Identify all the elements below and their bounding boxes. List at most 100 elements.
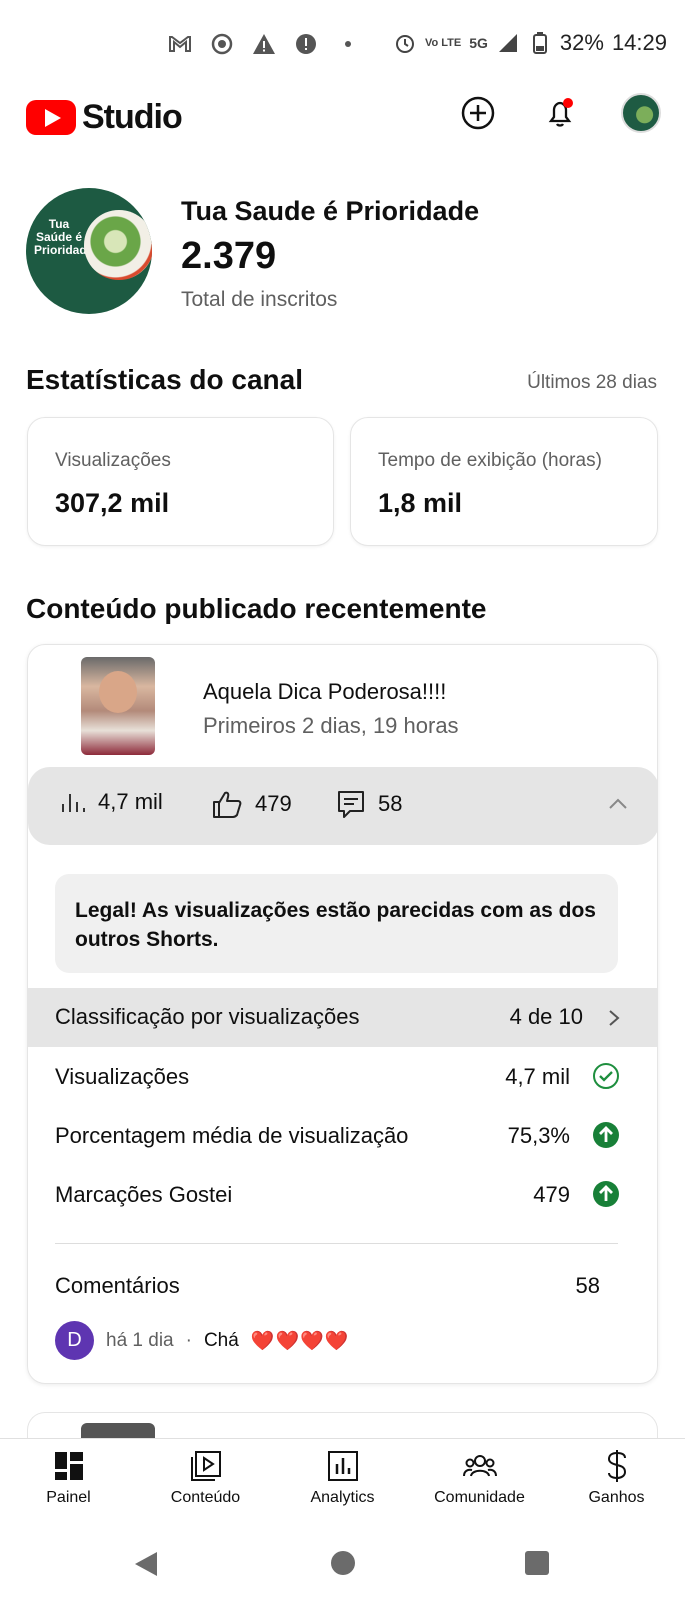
metric-comments-value: 58 xyxy=(378,791,403,816)
nav-label: Conteúdo xyxy=(170,1489,241,1506)
video-period: Primeiros 2 dias, 19 horas xyxy=(203,713,459,738)
metric-likes: 479 xyxy=(211,789,292,819)
studio-logo[interactable]: Studio xyxy=(26,98,183,137)
comment-hearts: ❤️❤️❤️❤️ xyxy=(250,1330,350,1352)
dashboard-icon xyxy=(52,1449,86,1483)
nav-label: Painel xyxy=(46,1489,91,1506)
ranking-label: Classificação por visualizações xyxy=(55,1004,360,1029)
video-thumbnail[interactable] xyxy=(81,657,155,755)
nav-ganhos[interactable]: Ganhos xyxy=(548,1449,685,1507)
system-navigation-bar xyxy=(0,1528,685,1600)
battery-icon xyxy=(528,31,552,55)
chrome-icon xyxy=(210,32,234,56)
watch-time-stat-value: 1,8 mil xyxy=(378,488,463,518)
nav-analytics[interactable]: Analytics xyxy=(274,1449,411,1507)
home-icon[interactable] xyxy=(330,1550,356,1576)
metric-views-value: 4,7 mil xyxy=(98,789,163,814)
stat-row-likes: Marcações Gostei 479 xyxy=(55,1174,620,1214)
watch-time-stat-label: Tempo de exibição (horas) xyxy=(378,450,602,471)
channel-avatar[interactable]: Tua Saúde é Prioridade xyxy=(26,188,152,314)
chevron-right-icon xyxy=(609,1010,620,1026)
channel-header: Tua Saúde é Prioridade Tua Saude é Prior… xyxy=(26,188,656,318)
youtube-play-icon xyxy=(26,100,76,135)
more-notifications-dot-icon xyxy=(336,32,360,56)
warning-icon xyxy=(252,32,276,56)
bottom-navigation: Painel Conteúdo Analytics Comunidade Gan… xyxy=(0,1438,685,1528)
recent-section-title: Conteúdo publicado recentemente xyxy=(26,593,487,624)
comment-text: Chá xyxy=(203,1329,239,1351)
chevron-up-icon[interactable] xyxy=(607,793,629,815)
stat-row-label: Porcentagem média de visualização xyxy=(55,1123,409,1148)
back-icon[interactable] xyxy=(133,1550,159,1578)
comments-count: 58 xyxy=(575,1273,600,1298)
insight-message: Legal! As visualizações estão parecidas … xyxy=(55,874,618,973)
alert-icon xyxy=(294,32,318,56)
notifications-button[interactable] xyxy=(539,92,581,134)
nav-conteudo[interactable]: Conteúdo xyxy=(137,1449,274,1507)
alarm-icon xyxy=(393,31,417,55)
subscriber-count: 2.379 xyxy=(181,235,277,277)
nav-label: Comunidade xyxy=(434,1489,525,1506)
channel-avatar-text: Tua Saúde é Prioridade xyxy=(34,217,94,257)
metric-likes-value: 479 xyxy=(255,791,292,816)
stat-row-label: Visualizações xyxy=(55,1064,190,1089)
nav-label: Analytics xyxy=(310,1489,375,1506)
views-stat-card[interactable]: Visualizações 307,2 mil xyxy=(27,417,334,546)
check-circle-icon xyxy=(593,1063,619,1089)
views-stat-value: 307,2 mil xyxy=(55,488,170,518)
content-icon xyxy=(189,1449,223,1483)
channel-name: Tua Saude é Prioridade xyxy=(181,196,480,226)
comments-label: Comentários xyxy=(55,1273,180,1298)
community-icon xyxy=(462,1449,497,1483)
status-bar: Vo LTE 5G 32% 14:29 xyxy=(0,0,685,92)
thumbs-up-icon xyxy=(213,791,242,818)
ranking-row[interactable]: Classificação por visualizações 4 de 10 xyxy=(28,988,657,1047)
views-stat-label: Visualizações xyxy=(55,450,171,471)
ranking-value: 4 de 10 xyxy=(509,1004,583,1029)
video-title[interactable]: Aquela Dica Poderosa!!!! xyxy=(203,679,446,705)
stat-row-value: 479 xyxy=(533,1182,570,1207)
signal-icon xyxy=(496,31,520,55)
plus-circle-icon xyxy=(461,96,495,130)
earnings-icon xyxy=(600,1449,634,1483)
nav-painel[interactable]: Painel xyxy=(0,1449,137,1507)
stat-row-avg-percentage: Porcentagem média de visualização 75,3% xyxy=(55,1115,620,1155)
metric-views: 4,7 mil xyxy=(60,789,163,815)
stats-period: Últimos 28 dias xyxy=(527,372,657,393)
account-avatar[interactable] xyxy=(621,93,661,133)
views-bars-icon xyxy=(62,794,85,812)
nav-label: Ganhos xyxy=(588,1489,645,1506)
nav-comunidade[interactable]: Comunidade xyxy=(411,1449,548,1507)
watch-time-stat-card[interactable]: Tempo de exibição (horas) 1,8 mil xyxy=(350,417,658,546)
subscriber-label: Total de inscritos xyxy=(181,288,338,311)
system-status: Vo LTE 5G 32% 14:29 xyxy=(393,30,667,56)
clock: 14:29 xyxy=(611,30,667,55)
video-metrics-bar[interactable]: 4,7 mil 479 58 xyxy=(28,767,657,845)
food-plate-image xyxy=(84,210,152,280)
notification-icons xyxy=(168,32,360,56)
arrow-up-circle-icon xyxy=(593,1181,619,1207)
latest-comment[interactable]: D há 1 dia · Chá ❤️❤️❤️❤️ xyxy=(55,1321,349,1360)
divider xyxy=(55,1243,618,1244)
metric-comments: 58 xyxy=(336,789,402,819)
comment-time: há 1 dia xyxy=(106,1329,174,1351)
recents-icon[interactable] xyxy=(524,1550,550,1576)
stat-row-value: 75,3% xyxy=(507,1123,570,1148)
arrow-up-circle-icon xyxy=(593,1122,619,1148)
analytics-icon xyxy=(326,1449,360,1483)
stats-section-title: Estatísticas do canal xyxy=(26,364,304,395)
comment-separator: · xyxy=(185,1329,192,1351)
stat-row-views: Visualizações 4,7 mil xyxy=(55,1056,620,1096)
create-button[interactable] xyxy=(457,92,499,134)
bell-icon xyxy=(548,98,573,127)
network-label: 5G xyxy=(469,35,488,51)
logo-text: Studio xyxy=(82,98,183,136)
volte-label: Vo LTE xyxy=(424,37,462,49)
comment-icon xyxy=(338,791,364,818)
stat-row-label: Marcações Gostei xyxy=(55,1182,233,1207)
recent-video-card: Aquela Dica Poderosa!!!! Primeiros 2 dia… xyxy=(27,644,658,1384)
stat-row-value: 4,7 mil xyxy=(505,1064,570,1089)
gmail-icon xyxy=(168,32,192,56)
commenter-avatar: D xyxy=(55,1321,94,1360)
app-bar: Studio xyxy=(0,92,685,164)
